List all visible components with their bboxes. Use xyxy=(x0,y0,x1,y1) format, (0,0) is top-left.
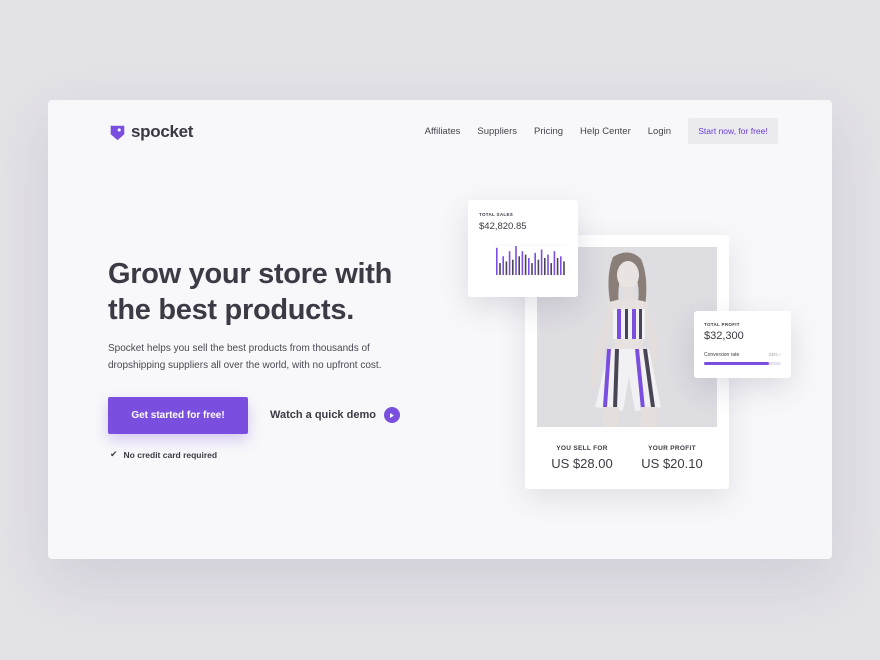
nav-link-suppliers[interactable]: Suppliers xyxy=(477,126,517,137)
nav-link-pricing[interactable]: Pricing xyxy=(534,126,563,137)
sales-bar xyxy=(534,252,536,275)
watch-demo-label: Watch a quick demo xyxy=(270,409,376,421)
profit-price-label: YOUR PROFIT xyxy=(648,445,696,452)
nav-link-affiliates[interactable]: Affiliates xyxy=(425,126,461,137)
conversion-progress-bar xyxy=(704,362,781,365)
sales-bar xyxy=(553,251,556,275)
sell-price-value: US $28.00 xyxy=(551,456,613,471)
sales-bar xyxy=(499,263,501,275)
conversion-rate-value: 24% ↑ xyxy=(768,352,781,357)
sell-price-block: YOU SELL FOR US $28.00 xyxy=(537,445,627,471)
nav-link-login[interactable]: Login xyxy=(648,126,671,137)
sales-bar xyxy=(563,261,565,275)
sales-bar xyxy=(515,246,517,275)
check-icon: ✔ xyxy=(110,449,118,459)
sales-bar xyxy=(518,256,520,275)
landing-page: spocket Affiliates Suppliers Pricing Hel… xyxy=(48,100,832,559)
sell-price-label: YOU SELL FOR xyxy=(556,445,608,452)
total-profit-card: TOTAL PROFIT $32,300 Conversion rate 24%… xyxy=(694,311,791,378)
sales-bar xyxy=(502,256,504,275)
no-credit-card-label: No credit card required xyxy=(123,449,218,460)
sales-bar xyxy=(531,263,533,275)
sales-bar xyxy=(528,258,530,275)
watch-demo-link[interactable]: Watch a quick demo xyxy=(270,407,400,423)
profit-price-value: US $20.10 xyxy=(641,456,703,471)
conversion-rate-label: Conversion rate xyxy=(704,352,740,358)
no-credit-card-note: ✔ No credit card required xyxy=(110,449,217,460)
sales-bar xyxy=(505,261,508,275)
sales-bar xyxy=(556,258,559,275)
total-sales-card: TOTAL SALES $42,820.85 xyxy=(468,200,578,297)
sales-bar xyxy=(537,259,540,275)
sales-bar xyxy=(560,256,562,275)
get-started-button[interactable]: Get started for free! xyxy=(108,397,248,434)
tag-logo-icon xyxy=(110,125,125,140)
sales-bar-chart xyxy=(494,244,566,275)
total-profit-label: TOTAL PROFIT xyxy=(704,322,740,327)
hero-subtitle: Spocket helps you sell the best products… xyxy=(108,343,382,371)
sales-bar xyxy=(547,254,549,275)
total-profit-value: $32,300 xyxy=(704,330,744,342)
top-nav: Affiliates Suppliers Pricing Help Center… xyxy=(425,118,778,144)
profit-price-block: YOUR PROFIT US $20.10 xyxy=(627,445,717,471)
brand-name: spocket xyxy=(131,122,194,141)
sales-bar xyxy=(544,258,546,275)
hero-title: Grow your store with the best products. xyxy=(108,258,393,326)
sales-bar xyxy=(508,251,511,275)
sales-bar xyxy=(550,263,552,275)
sales-bar xyxy=(496,247,498,275)
sales-bar xyxy=(512,259,514,275)
sales-bar xyxy=(540,249,543,275)
logo[interactable]: spocket xyxy=(109,122,193,142)
conversion-row: Conversion rate 24% ↑ xyxy=(704,352,781,358)
start-now-button[interactable]: Start now, for free! xyxy=(688,118,778,144)
play-icon[interactable] xyxy=(383,407,400,423)
sales-bar xyxy=(521,251,524,275)
conversion-progress-fill xyxy=(704,362,770,365)
nav-link-help-center[interactable]: Help Center xyxy=(580,126,631,137)
sales-bar xyxy=(524,254,527,275)
